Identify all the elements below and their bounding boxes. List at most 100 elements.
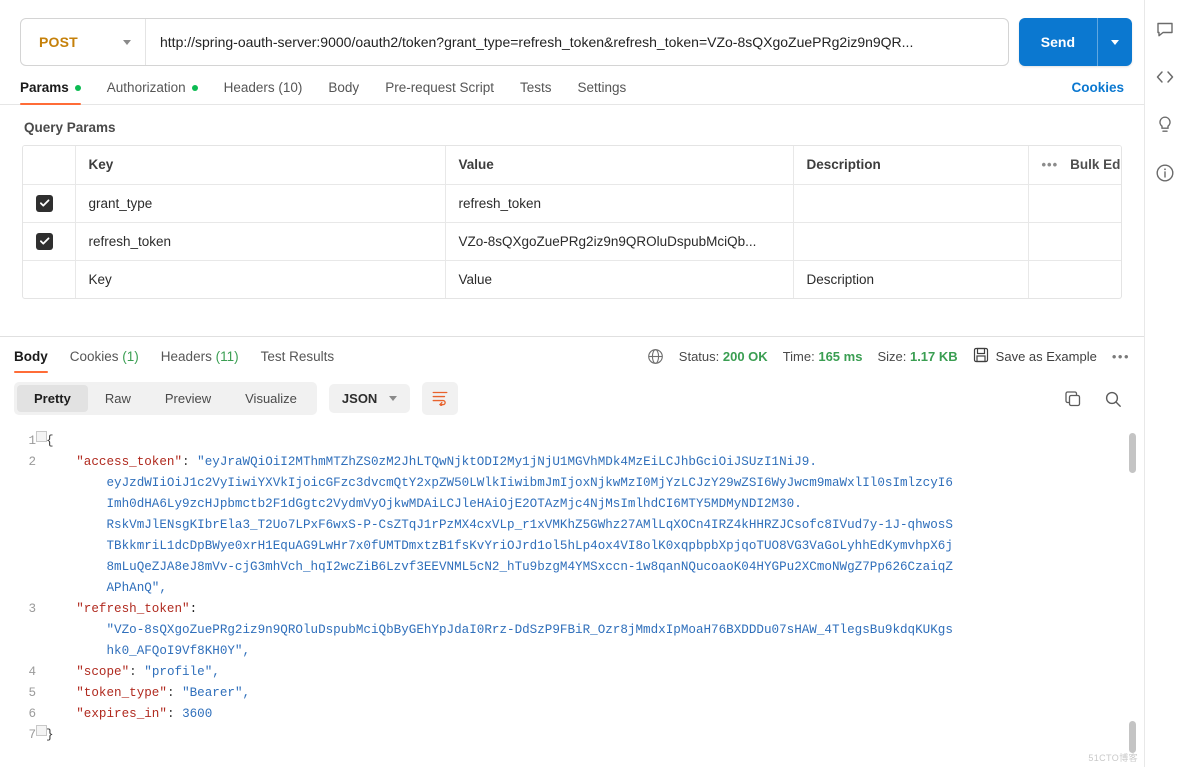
line-number [0,473,36,494]
code-line: APhAnQ", [46,581,167,595]
cookies-link[interactable]: Cookies [1071,80,1124,104]
tab-authorization-label: Authorization [106,80,186,95]
tab-tests-label: Tests [519,80,552,95]
header-description: Description [793,146,1029,185]
tab-headers-label: Headers (10) [223,80,303,95]
table-row: grant_type refresh_token [23,184,1121,223]
modified-dot-icon [74,84,81,91]
tab-params[interactable]: Params [20,80,81,105]
tab-pre-request-script[interactable]: Pre-request Script [385,80,494,104]
tab-authorization[interactable]: Authorization [107,80,198,104]
http-method-label: POST [39,34,78,50]
row-key[interactable]: grant_type [75,184,446,223]
url-box: POST http://spring-oauth-server:9000/oau… [20,18,1009,66]
code-icon[interactable] [1154,66,1176,88]
tab-body-label: Body [328,80,360,95]
response-tabs: Body Cookies (1) Headers (11) Test Resul… [0,337,1144,374]
row-actions [1028,222,1121,261]
checkbox-checked-icon[interactable] [36,232,53,250]
response-tab-test-results[interactable]: Test Results [261,349,335,373]
send-options-dropdown[interactable] [1098,18,1132,66]
wrap-lines-button[interactable] [422,382,459,415]
header-key: Key [75,146,446,185]
copy-icon[interactable] [1064,390,1082,408]
row-description[interactable] [793,184,1029,223]
new-value-input[interactable]: Value [445,260,794,298]
code-block: 1 2 3 4 5 6 7 { "access_token": "eyJraWQiOiI2M… [0,429,1144,746]
header-value: Value [445,146,794,185]
view-mode-raw[interactable]: Raw [88,385,148,412]
http-method-selector[interactable]: POST [21,19,146,65]
empty-row-actions [1028,260,1121,298]
info-icon[interactable] [1154,162,1176,184]
response-pane: Body Cookies (1) Headers (11) Test Resul… [0,336,1144,767]
main-area: POST http://spring-oauth-server:9000/oau… [0,0,1144,767]
wrap-lines-icon [431,388,449,409]
tab-settings-label: Settings [577,80,627,95]
bulk-edit-cell: ••• Bulk Edit [1028,146,1121,185]
row-key[interactable]: refresh_token [75,222,446,261]
format-selector-label: JSON [341,391,378,406]
more-options-icon[interactable]: ••• [1042,157,1059,172]
time-label: Time: [782,349,815,364]
response-tab-headers-count: (11) [215,348,239,364]
view-mode-pretty[interactable]: Pretty [17,385,88,412]
code-line: "expires_in": 3600 [76,707,213,721]
tab-tests[interactable]: Tests [520,80,552,104]
bulb-icon[interactable] [1154,114,1176,136]
row-actions [1028,184,1121,223]
response-tab-body[interactable]: Body [14,349,48,373]
url-input[interactable]: http://spring-oauth-server:9000/oauth2/t… [146,34,1008,50]
response-tab-cookies[interactable]: Cookies (1) [70,349,139,373]
time-value: 165 ms [818,349,863,364]
send-button[interactable]: Send [1018,18,1132,66]
postman-window: POST http://spring-oauth-server:9000/oau… [0,0,1184,767]
code-line: "VZo-8sQXgoZuePRg2iz9n9QROluDspubMciQbBy… [46,623,953,637]
tab-headers[interactable]: Headers (10) [224,80,303,104]
tab-settings[interactable]: Settings [578,80,627,104]
time-group: Time: 165 ms [783,349,863,364]
code-lines: { "access_token": "eyJraWQiOiI2MThmMTZhZ… [36,429,1144,746]
row-value[interactable]: refresh_token [445,184,794,223]
code-line-foldable[interactable]: } [36,725,1144,746]
save-as-example-button[interactable]: Save as Example [973,347,1097,366]
view-mode-visualize[interactable]: Visualize [228,385,314,412]
checkbox-checked-icon[interactable] [36,194,53,212]
line-number-gutter: 1 2 3 4 5 6 7 [0,429,46,746]
line-number: 6 [28,707,36,721]
fold-toggle-icon[interactable] [36,725,47,736]
new-key-input[interactable]: Key [75,260,446,298]
response-scrollbar[interactable] [1129,433,1136,473]
search-icon[interactable] [1104,390,1122,408]
line-number: 1 [28,434,36,448]
code-line: hk0_AFQoI9Vf8KH0Y", [46,644,251,658]
fold-toggle-icon[interactable] [36,431,47,442]
bulk-edit-button[interactable]: Bulk Edit [1070,157,1121,172]
chevron-down-icon [123,39,131,45]
line-number [0,620,36,641]
code-line-foldable[interactable]: { [36,431,1144,452]
response-scrollbar-thumb-bottom[interactable] [1129,721,1136,753]
row-value[interactable]: VZo-8sQXgoZuePRg2iz9n9QROluDspubMciQb... [445,222,794,261]
format-selector[interactable]: JSON [328,384,411,413]
response-body-viewer[interactable]: 1 2 3 4 5 6 7 { "access_token": "eyJraWQiOiI2M… [0,429,1144,767]
status-value: 200 OK [722,349,768,364]
status-label: Status: [678,349,720,364]
response-tab-cookies-label: Cookies [69,348,119,364]
tab-params-label: Params [20,80,69,95]
comment-icon[interactable] [1154,18,1176,40]
new-description-input[interactable]: Description [793,260,1029,298]
row-checkbox-cell [23,222,76,261]
tab-body[interactable]: Body [328,80,359,104]
response-more-options-icon[interactable]: ••• [1112,349,1130,364]
response-tab-cookies-count: (1) [122,348,139,364]
size-value: 1.17 KB [909,349,958,364]
response-tab-headers[interactable]: Headers (11) [161,349,239,373]
code-line: "token_type": "Bearer", [76,686,251,700]
row-description[interactable] [793,222,1029,261]
response-meta: Status: 200 OK Time: 165 ms Size: 1.17 K… [647,347,1130,374]
empty-checkbox-cell [23,260,76,298]
request-tabs: Params Authorization Headers (10) Body P… [0,66,1144,105]
code-line: 8mLuQeZJA8eJ8mVv-cjG3mhVch_hqI2wcZiB6Lzv… [46,560,953,574]
view-mode-preview[interactable]: Preview [148,385,228,412]
